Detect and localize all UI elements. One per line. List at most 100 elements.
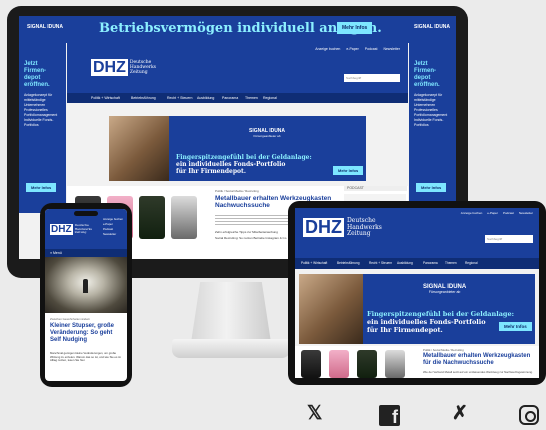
ad-button[interactable]: Mehr Infos [499, 322, 532, 331]
article-title[interactable]: Metallbauer erhalten Werkzeugkasten für … [423, 353, 535, 367]
xing-icon[interactable]: ✗ [452, 402, 468, 425]
logo-mark: DHZ [91, 59, 128, 76]
nav-item[interactable]: Panorama [222, 96, 238, 100]
nav-item[interactable]: Politik + Wirtschaft [91, 96, 120, 100]
site-header: Anzeige buchen e-Paper Podcast Newslette… [67, 43, 408, 93]
nav-item[interactable]: Regional [263, 96, 277, 100]
ad-photo [299, 274, 363, 344]
monitor-stand-neck [191, 282, 271, 340]
tablet-header: Anzeige buchen e-Paper Podcast Newslette… [295, 208, 539, 258]
ad-brand-block: SIGNAL IDUNA Fürsorgeanbieter ab [423, 284, 466, 294]
story-thumbnail[interactable] [329, 350, 349, 378]
person-silhouette [83, 279, 88, 293]
header-link[interactable]: e-Paper [346, 47, 358, 51]
header-link[interactable]: Newsletter [383, 47, 400, 51]
header-link[interactable]: Podcast [365, 47, 378, 51]
ad-bullet: Anlagekonzept für mittelständige Unterne… [414, 93, 443, 107]
nav-item[interactable]: Ausbildung [197, 96, 214, 100]
instagram-lens [525, 411, 536, 422]
phone-notch [74, 211, 98, 216]
tablet-screen: Anzeige buchen e-Paper Podcast Newslette… [295, 208, 539, 378]
story-thumbnail[interactable] [171, 196, 197, 239]
ad-bullet: Professionelles Portfoliomanagement [24, 108, 58, 117]
phone-article-kicker: Zwischen Gewohnheiten ändern [50, 317, 91, 321]
ad-brand-sub: Fürsorgeanbieter ab [253, 134, 281, 138]
ad-brand-block: SIGNAL IDUNA Fürsorgeanbieter ab [249, 128, 285, 138]
banner-logo: SIGNAL IDUNA [27, 24, 64, 30]
logo-text: Zeitung [129, 70, 148, 75]
ad-heading-line: depot [414, 75, 431, 81]
logo-text: Zeitung [74, 230, 87, 235]
article-kicker: Politik / Social Media / Recruiting [423, 348, 464, 352]
podcast-label: PODCAST [344, 186, 407, 191]
instagram-icon[interactable] [519, 405, 539, 425]
ad-heading-line: Jetzt [414, 61, 428, 67]
monitor-stand-base [172, 339, 290, 358]
ad-button[interactable]: Mehr Infos [333, 166, 364, 175]
header-link[interactable]: Podcast [503, 211, 514, 215]
phone-logo[interactable]: DHZ Deutsche Handwerks Zeitung [50, 224, 92, 235]
nav-item[interactable]: Recht + Steuern [369, 261, 392, 265]
phone-screen: DHZ Deutsche Handwerks Zeitung Anzeige b… [45, 209, 127, 381]
ad-heading-line: eröffnen. [24, 82, 50, 88]
search-input[interactable]: Suchbegriff [485, 235, 533, 243]
related-link[interactable]: Social Recruiting: So nutzen Betriebe In… [215, 235, 286, 241]
ad-headline: Fingerspitzengefühl bei der Geldanlage: [176, 154, 312, 161]
tablet-logo[interactable]: DHZ Deutsche Handwerks Zeitung [303, 217, 382, 238]
nav-item[interactable]: Politik + Wirtschaft [301, 261, 327, 265]
ad-heading-line: Firmen- [414, 68, 437, 74]
story-thumbnail[interactable] [385, 350, 405, 378]
phone-article-image[interactable] [45, 257, 127, 313]
right-skyscraper-ad[interactable]: Jetzt Firmen- depot eröffnen. Anlagekonz… [409, 43, 456, 213]
site-logo[interactable]: DHZ Deutsche Handwerks Zeitung [91, 59, 156, 76]
ad-headline: ein individuelles Fonds-Portfolio [367, 318, 486, 326]
phone-article-title[interactable]: Kleiner Stupser, große Veränderung: So g… [50, 323, 122, 344]
ad-headline: ein individuelles Fonds-Portfolio [176, 161, 286, 168]
nav-item[interactable]: Themen [245, 96, 258, 100]
tablet-article-section: Politik / Social Media / Recruiting Meta… [295, 346, 539, 378]
ad-heading-line: depot [24, 75, 41, 81]
site-nav: Politik + Wirtschaft Betriebsführung Rec… [67, 93, 408, 103]
phone-menu-button[interactable]: ≡ Menü [45, 249, 127, 257]
ad-text: Fingerspitzengefühl bei der Geldanlage: … [176, 154, 312, 175]
x-icon[interactable]: 𝕏 [307, 402, 322, 425]
ad-headline: für Ihr Firmendepot. [176, 168, 246, 175]
article-teaser: Wie der Verband Metall setzt auf ein umf… [423, 370, 533, 374]
header-link[interactable]: e-Paper [487, 211, 498, 215]
left-skyscraper-ad[interactable]: Jetzt Firmen- depot eröffnen. Anlagekonz… [19, 43, 66, 213]
logo-text: Zeitung [347, 230, 371, 237]
story-thumbnail[interactable] [301, 350, 321, 378]
nav-item[interactable]: Betriebsführung [337, 261, 360, 265]
header-link[interactable]: Anzeige buchen [461, 211, 483, 215]
nav-item[interactable]: Recht + Steuern [167, 96, 192, 100]
ad-bullet: Anlagekonzept für mittelständige Unterne… [24, 93, 53, 107]
facebook-icon[interactable]: f [379, 405, 400, 427]
left-ad-button[interactable]: Mehr Infos [26, 183, 57, 192]
ad-heading-line: eröffnen. [414, 82, 440, 88]
nav-item[interactable]: Themen [445, 261, 457, 265]
nav-item[interactable]: Regional [465, 261, 478, 265]
banner-button[interactable]: Mehr Infos [337, 22, 373, 34]
right-ad-button[interactable]: Mehr Infos [416, 183, 447, 192]
ad-headline: Fingerspitzengefühl bei der Geldanlage: [367, 310, 514, 318]
header-link[interactable]: Newsletter [519, 211, 533, 215]
search-input[interactable]: Suchbegriff [344, 74, 400, 82]
phone-menu-label: Menü [53, 251, 62, 255]
tablet-nav: Politik + Wirtschaft Betriebsführung Rec… [295, 258, 539, 269]
ad-headline: für Ihr Firmendepot. [367, 326, 443, 334]
ad-heading-line: Firmen- [24, 68, 47, 74]
ad-bullet: Professionelles Portfoliomanagement [414, 108, 448, 117]
nav-item[interactable]: Betriebsführung [131, 96, 156, 100]
ad-bullet: Individuelle Fonds-Portfolios [414, 118, 444, 127]
header-link[interactable]: Anzeige buchen [315, 47, 340, 51]
logo-mark: DHZ [303, 217, 344, 238]
phone-header-link[interactable]: Newsletter [103, 232, 123, 237]
ad-heading-line: Jetzt [24, 61, 38, 67]
phone-article-teaser: Manchmal genügen kleine Veränderungen, u… [50, 351, 122, 363]
nav-item[interactable]: Ausbildung [397, 261, 413, 265]
nav-item[interactable]: Panorama [423, 261, 438, 265]
logo-mark: DHZ [50, 224, 73, 235]
story-thumbnail[interactable] [139, 196, 165, 239]
story-thumbnail[interactable] [357, 350, 377, 378]
ad-brand-sub: Fürsorgeanbieter ab [428, 290, 461, 294]
